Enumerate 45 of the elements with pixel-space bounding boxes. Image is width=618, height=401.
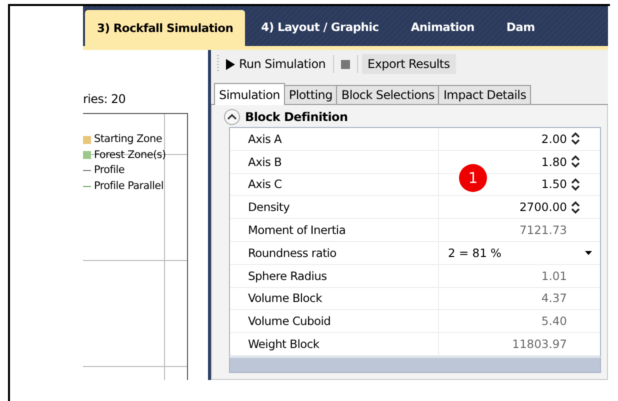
- spinner-icon[interactable]: [571, 155, 580, 168]
- nav-tab[interactable]: 3) Rockfall Simulation: [85, 10, 246, 46]
- section-title: Block Definition: [245, 110, 348, 124]
- tab[interactable]: Impact Details: [438, 85, 532, 104]
- legend-label: Profile: [94, 163, 125, 178]
- property-value: 1.01: [541, 268, 567, 283]
- nav-tab[interactable]: Dam: [490, 10, 551, 44]
- property-label: Roundness ratio: [230, 242, 439, 264]
- tab[interactable]: Simulation: [214, 83, 285, 105]
- spinner-icon[interactable]: [571, 178, 580, 191]
- nav-tab[interactable]: 4) Layout / Graphic: [245, 10, 395, 44]
- dropdown-caret-icon[interactable]: [585, 250, 592, 255]
- property-value[interactable]: 2 = 81 %: [439, 246, 581, 260]
- property-label: Moment of Inertia: [230, 219, 439, 241]
- property-value: 11803.97: [512, 337, 567, 352]
- nav-tab[interactable]: Animation: [394, 10, 490, 44]
- play-icon: [226, 58, 235, 70]
- property-label: Axis A: [230, 128, 439, 150]
- legend-label: Forest Zone(s): [94, 148, 166, 162]
- collapse-button[interactable]: [224, 109, 240, 125]
- property-label: Volume Cuboid: [230, 310, 439, 332]
- property-label: Sphere Radius: [230, 264, 439, 287]
- spinner-icon[interactable]: [571, 132, 580, 146]
- property-label: Axis B: [230, 150, 439, 173]
- export-results-button[interactable]: Export Results: [362, 54, 456, 74]
- property-value[interactable]: 1.50: [541, 177, 567, 192]
- count-label: ries: 20: [83, 92, 127, 106]
- stop-icon: [340, 60, 350, 68]
- property-value: 5.40: [541, 314, 567, 328]
- tab[interactable]: Block Selections: [336, 85, 440, 104]
- property-value[interactable]: 2.00: [541, 132, 567, 146]
- property-value: 4.37: [541, 291, 567, 306]
- property-label: Axis C: [230, 174, 439, 196]
- tab[interactable]: Plotting: [284, 85, 338, 104]
- run-simulation-button[interactable]: Run Simulation: [223, 55, 329, 73]
- legend-label: Starting Zone: [94, 132, 162, 147]
- spinner-icon[interactable]: [571, 200, 580, 214]
- property-label: Volume Block: [230, 288, 439, 310]
- legend-label: Profile Parallel: [94, 178, 164, 194]
- property-value[interactable]: 1.80: [541, 154, 567, 169]
- property-value[interactable]: 2700.00: [519, 200, 567, 214]
- property-value: 7121.73: [519, 223, 567, 238]
- property-label: Weight Block: [230, 333, 439, 355]
- chevron-icon: [227, 114, 237, 120]
- property-label: Density: [230, 196, 439, 218]
